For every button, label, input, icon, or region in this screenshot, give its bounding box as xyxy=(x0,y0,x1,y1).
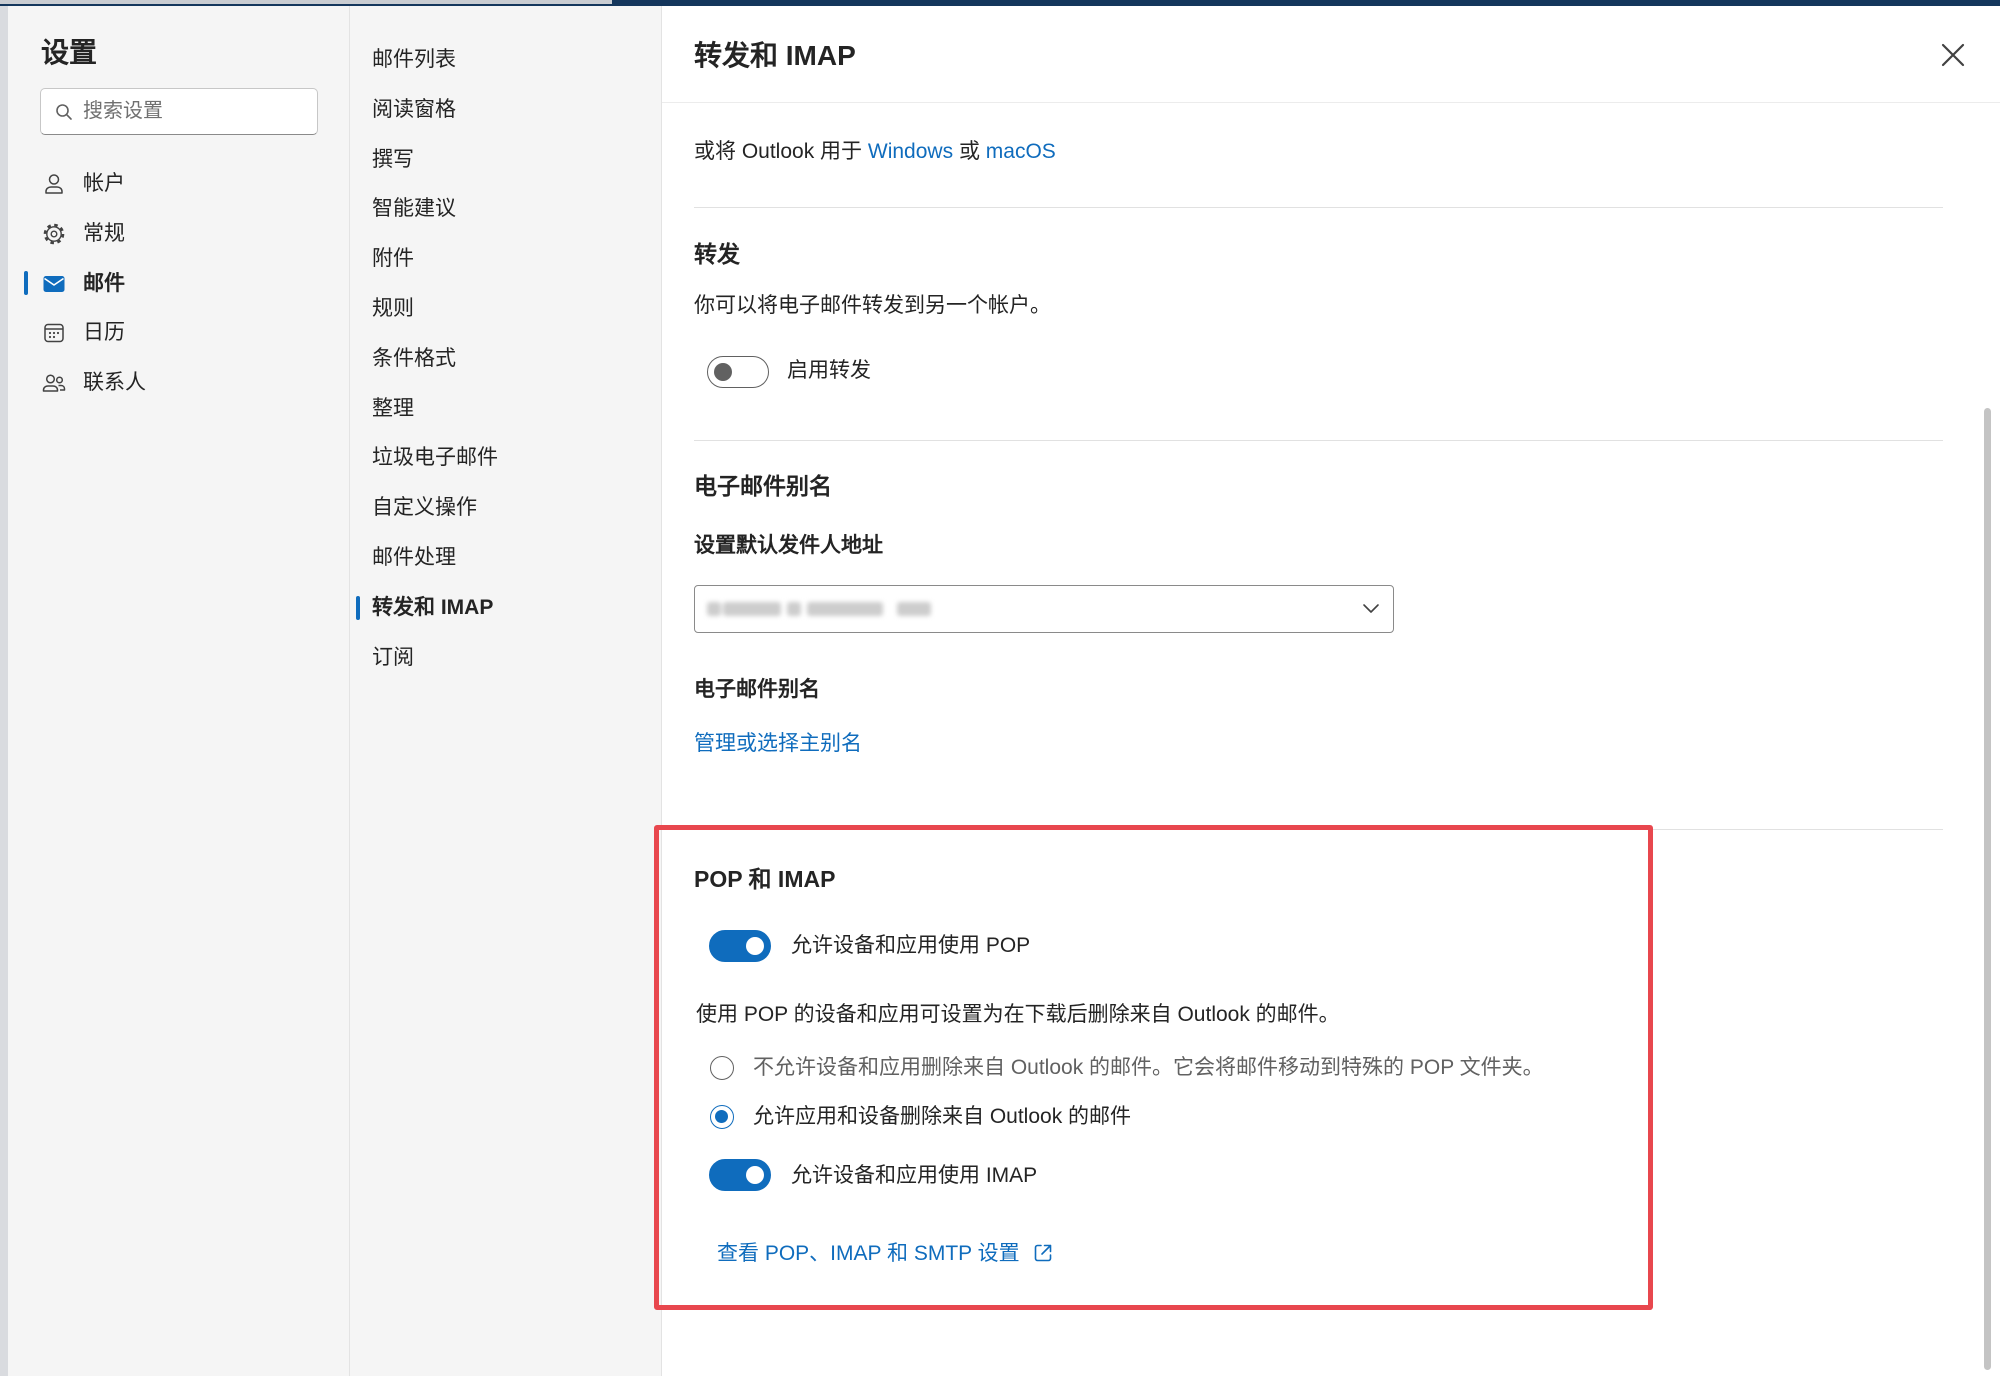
default-from-address-dropdown[interactable] xyxy=(694,585,1394,633)
sidebar-item-mail[interactable]: 邮件 xyxy=(8,259,349,309)
subnav-item-label: 自定义操作 xyxy=(372,496,477,520)
search-box[interactable] xyxy=(40,88,318,135)
gear-icon xyxy=(41,221,67,247)
allow-imap-toggle[interactable] xyxy=(709,1159,771,1191)
toggle-knob xyxy=(746,1165,764,1184)
pop-delete-note: 使用 POP 的设备和应用可设置为在下载后删除来自 Outlook 的邮件。 xyxy=(696,1003,1340,1026)
settings-content-panel: 转发和 IMAP 或将 Outlook 用于 Windows 或 macOS 转… xyxy=(662,6,2000,1376)
subnav-item-label: 整理 xyxy=(372,396,414,420)
sidebar-item-account[interactable]: 帐户 xyxy=(8,159,349,209)
redacted-address-value xyxy=(707,598,939,620)
sidebar-item-label: 常规 xyxy=(83,221,125,245)
subnav-item-label: 垃圾电子邮件 xyxy=(372,446,498,470)
settings-title: 设置 xyxy=(41,37,98,68)
allow-pop-toggle[interactable] xyxy=(709,930,771,962)
chevron-down-icon xyxy=(1362,603,1380,615)
subnav-item-label: 邮件处理 xyxy=(372,545,456,569)
toggle-knob xyxy=(714,362,732,381)
sidebar-item-label: 联系人 xyxy=(83,371,146,395)
forwarding-description: 你可以将电子邮件转发到另一个帐户。 xyxy=(694,294,1051,317)
sidebar-item-contacts[interactable]: 联系人 xyxy=(8,358,349,408)
section-divider xyxy=(694,440,1943,441)
header-divider xyxy=(662,102,2000,103)
settings-sidebar: 设置 帐户 常规 邮件 xyxy=(8,6,350,1376)
allow-imap-label: 允许设备和应用使用 IMAP xyxy=(791,1164,1038,1187)
subnav-item-message-list[interactable]: 邮件列表 xyxy=(350,35,661,85)
calendar-icon xyxy=(41,320,67,346)
allow-pop-label: 允许设备和应用使用 POP xyxy=(791,934,1031,957)
subnav-item-label: 转发和 IMAP xyxy=(372,595,494,619)
subnav-item-conditional-formatting[interactable]: 条件格式 xyxy=(350,334,661,384)
sidebar-item-label: 帐户 xyxy=(83,172,125,195)
subnav-item-label: 阅读窗格 xyxy=(372,97,456,121)
subnav-item-compose[interactable]: 撰写 xyxy=(350,135,661,185)
subnav-item-smart-suggestions[interactable]: 智能建议 xyxy=(350,184,661,234)
sidebar-item-general[interactable]: 常规 xyxy=(8,209,349,259)
background-tab-strip xyxy=(0,0,612,4)
view-pop-imap-smtp-settings-link[interactable]: 查看 POP、IMAP 和 SMTP 设置 xyxy=(717,1240,1054,1268)
allow-delete-label: 允许应用和设备删除来自 Outlook 的邮件 xyxy=(753,1105,1132,1128)
selection-indicator xyxy=(24,271,28,296)
close-button[interactable] xyxy=(1939,41,1967,69)
section-divider xyxy=(694,829,1943,830)
background-window-edge xyxy=(0,6,8,1376)
page-title: 转发和 IMAP xyxy=(694,40,856,71)
sidebar-item-label: 日历 xyxy=(83,321,125,345)
subnav-list: 邮件列表 阅读窗格 撰写 智能建议 附件 规则 条件格式 整理 垃圾电子邮件 自… xyxy=(350,35,661,682)
subnav-item-forwarding-imap[interactable]: 转发和 IMAP xyxy=(350,583,661,633)
subnav-item-rules[interactable]: 规则 xyxy=(350,284,661,334)
person-icon xyxy=(41,171,67,197)
manage-aliases-link[interactable]: 管理或选择主别名 xyxy=(694,730,862,758)
subnav-item-label: 邮件列表 xyxy=(372,48,456,71)
macos-link[interactable]: macOS xyxy=(986,140,1056,163)
forwarding-heading: 转发 xyxy=(694,241,740,267)
email-aliases-heading: 电子邮件别名 xyxy=(694,473,832,499)
subnav-item-label: 撰写 xyxy=(372,147,414,171)
mail-settings-subnav: 邮件列表 阅读窗格 撰写 智能建议 附件 规则 条件格式 整理 垃圾电子邮件 自… xyxy=(350,6,662,1376)
people-icon xyxy=(41,370,67,396)
selection-indicator xyxy=(356,595,360,620)
subnav-item-subscriptions[interactable]: 订阅 xyxy=(350,633,661,683)
email-aliases-label: 电子邮件别名 xyxy=(694,678,820,701)
mail-icon xyxy=(41,271,67,297)
subnav-item-label: 智能建议 xyxy=(372,197,456,221)
intro-text: 或将 Outlook 用于 Windows 或 macOS xyxy=(694,138,1056,166)
subnav-item-attachments[interactable]: 附件 xyxy=(350,234,661,284)
toggle-knob xyxy=(746,936,764,955)
section-divider xyxy=(694,207,1943,208)
disallow-delete-radio[interactable] xyxy=(710,1056,734,1080)
intro-prefix: 或将 Outlook 用于 xyxy=(694,140,863,163)
subnav-item-message-handling[interactable]: 邮件处理 xyxy=(350,533,661,583)
subnav-item-label: 附件 xyxy=(372,247,414,271)
search-icon xyxy=(55,103,73,121)
close-icon xyxy=(1939,41,1967,69)
vertical-scrollbar-thumb[interactable] xyxy=(1984,408,1991,1370)
enable-forwarding-label: 启用转发 xyxy=(787,359,871,382)
windows-link[interactable]: Windows xyxy=(868,140,953,163)
sidebar-item-calendar[interactable]: 日历 xyxy=(8,308,349,358)
sidebar-nav: 帐户 常规 邮件 日历 联系人 xyxy=(8,159,349,408)
subnav-item-label: 订阅 xyxy=(372,645,414,669)
subnav-item-junk-email[interactable]: 垃圾电子邮件 xyxy=(350,433,661,483)
settings-link-text: 查看 POP、IMAP 和 SMTP 设置 xyxy=(717,1242,1020,1265)
pop-imap-heading: POP 和 IMAP xyxy=(694,866,836,892)
enable-forwarding-toggle[interactable] xyxy=(707,356,769,388)
subnav-item-label: 规则 xyxy=(372,296,414,320)
subnav-item-reading-pane[interactable]: 阅读窗格 xyxy=(350,85,661,135)
default-from-address-label: 设置默认发件人地址 xyxy=(694,534,883,557)
subnav-item-label: 条件格式 xyxy=(372,346,456,370)
open-external-icon xyxy=(1032,1242,1054,1264)
sidebar-item-label: 邮件 xyxy=(83,271,125,295)
subnav-item-customize-actions[interactable]: 自定义操作 xyxy=(350,483,661,533)
search-input[interactable] xyxy=(83,89,311,134)
subnav-item-sweep[interactable]: 整理 xyxy=(350,384,661,434)
allow-delete-radio[interactable] xyxy=(710,1105,734,1129)
intro-or: 或 xyxy=(958,140,980,163)
disallow-delete-label: 不允许设备和应用删除来自 Outlook 的邮件。它会将邮件移动到特殊的 POP… xyxy=(753,1056,1544,1079)
